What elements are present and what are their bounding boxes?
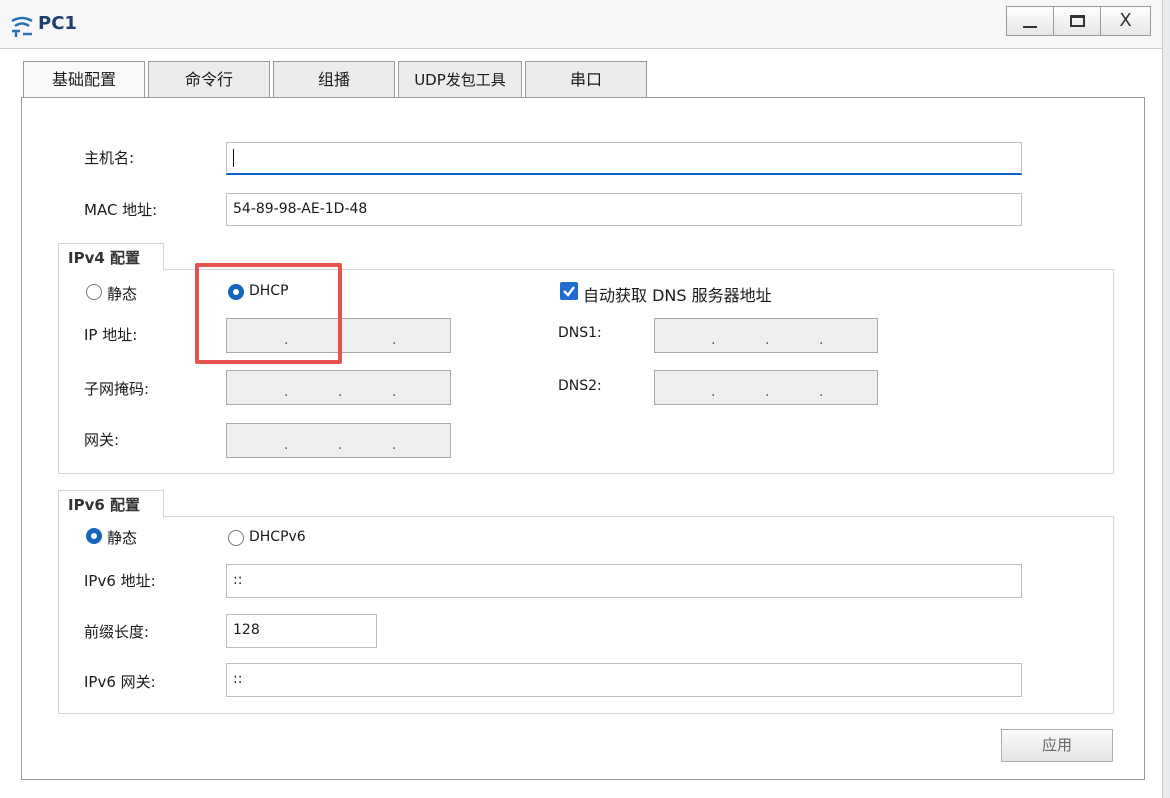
octet-dot: . xyxy=(711,384,716,400)
maximize-icon xyxy=(1070,15,1085,27)
ipv6-static-label: 静态 xyxy=(107,529,138,547)
network-pc-icon xyxy=(11,16,33,37)
auto-dns-checkbox[interactable] xyxy=(560,282,578,300)
dns2-field[interactable]: . . . xyxy=(654,370,878,405)
ipv4-static-label: 静态 xyxy=(107,285,138,303)
ipv6-static-radio[interactable] xyxy=(86,528,102,544)
mask-label: 子网掩码: xyxy=(84,380,150,398)
apply-button[interactable]: 应用 xyxy=(1001,729,1113,762)
dns1-field[interactable]: . . . xyxy=(654,318,878,353)
octet-dot: . xyxy=(284,437,289,453)
octet-dot: . xyxy=(711,332,716,348)
octet-dot: . xyxy=(819,384,824,400)
octet-dot: . xyxy=(338,437,343,453)
ipv4-group-title: IPv4 配置 xyxy=(58,243,164,271)
ipv6-dhcpv6-radio[interactable] xyxy=(228,530,244,546)
octet-dot: . xyxy=(392,332,397,348)
dns2-label: DNS2: xyxy=(558,378,602,394)
octet-dot: . xyxy=(392,384,397,400)
ip-label: IP 地址: xyxy=(84,326,138,344)
tab-serial[interactable]: 串口 xyxy=(525,61,647,97)
gateway-label: 网关: xyxy=(84,431,120,449)
mac-value: 54-89-98-AE-1D-48 xyxy=(233,201,368,217)
side-scrollbar[interactable] xyxy=(1162,0,1170,798)
ipv4-static-radio[interactable] xyxy=(86,284,102,300)
maximize-button[interactable] xyxy=(1053,6,1100,36)
text-caret xyxy=(233,149,234,167)
tab-basic-config[interactable]: 基础配置 xyxy=(23,61,145,98)
dhcp-highlight-annotation xyxy=(195,263,342,364)
octet-dot: . xyxy=(392,437,397,453)
ipv6-dhcpv6-label: DHCPv6 xyxy=(249,529,306,545)
minimize-button[interactable] xyxy=(1006,6,1053,36)
octet-dot: . xyxy=(284,384,289,400)
ipv6-gateway-input[interactable]: :: xyxy=(226,663,1022,697)
subnet-mask-field[interactable]: . . . xyxy=(226,370,451,405)
octet-dot: . xyxy=(765,332,770,348)
ipv6-address-value: :: xyxy=(233,572,243,588)
title-bar: PC1 X xyxy=(0,0,1162,49)
mac-field[interactable]: 54-89-98-AE-1D-48 xyxy=(226,193,1022,226)
ipv6-gateway-value: :: xyxy=(233,671,243,687)
mac-label: MAC 地址: xyxy=(84,201,158,219)
minimize-icon xyxy=(1023,26,1037,28)
ipv6-address-label: IPv6 地址: xyxy=(84,572,156,590)
checkmark-icon xyxy=(563,286,575,297)
auto-dns-label: 自动获取 DNS 服务器地址 xyxy=(583,286,772,305)
octet-dot: . xyxy=(338,384,343,400)
ipv6-address-input[interactable]: :: xyxy=(226,564,1022,598)
close-button[interactable]: X xyxy=(1100,6,1151,36)
octet-dot: . xyxy=(765,384,770,400)
prefix-length-input[interactable]: 128 xyxy=(226,614,377,648)
close-icon: X xyxy=(1119,10,1132,31)
tab-multicast[interactable]: 组播 xyxy=(273,61,395,97)
hostname-input[interactable] xyxy=(226,142,1022,175)
ipv6-gateway-label: IPv6 网关: xyxy=(84,673,156,691)
tab-udp-tool[interactable]: UDP发包工具 xyxy=(398,61,522,97)
ipv6-group-title: IPv6 配置 xyxy=(58,490,164,518)
tab-strip: 基础配置 命令行 组播 UDP发包工具 串口 xyxy=(23,61,650,98)
hostname-label: 主机名: xyxy=(84,149,135,167)
window-title: PC1 xyxy=(38,13,77,34)
prefix-length-value: 128 xyxy=(233,622,260,638)
gateway-field[interactable]: . . . xyxy=(226,423,451,458)
prefix-length-label: 前缀长度: xyxy=(84,623,150,641)
tab-command-line[interactable]: 命令行 xyxy=(148,61,270,97)
dns1-label: DNS1: xyxy=(558,325,602,341)
octet-dot: . xyxy=(819,332,824,348)
window-controls: X xyxy=(1006,6,1154,38)
